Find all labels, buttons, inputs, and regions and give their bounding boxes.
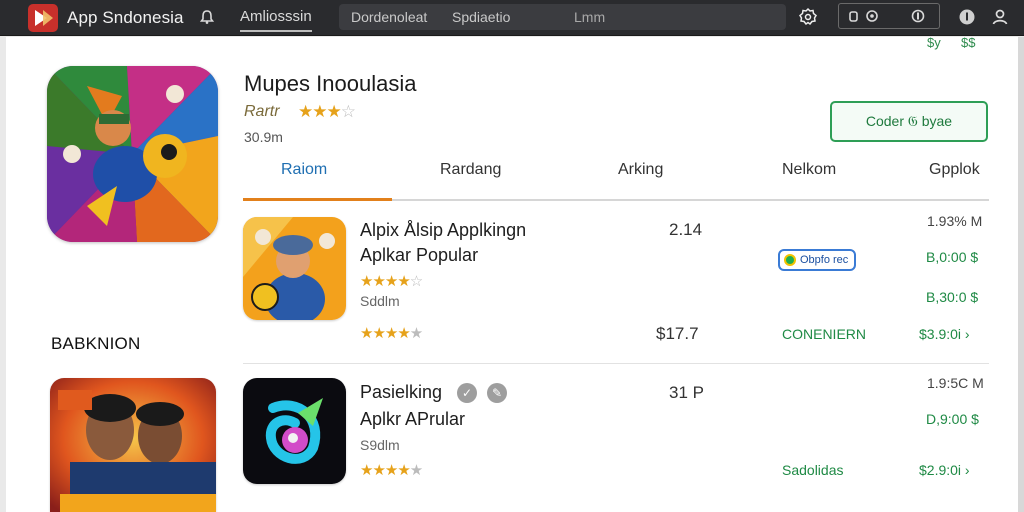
count-row-1: 2.14 — [669, 220, 703, 239]
app-icon-row-1[interactable] — [243, 217, 346, 320]
featured-app-icon[interactable] — [47, 66, 218, 242]
app-icon-row-2[interactable] — [243, 378, 346, 484]
chip-label: Obpfo rec — [800, 254, 849, 266]
tab-gpplok[interactable]: Gpplok — [929, 161, 980, 179]
stars-filled: ★★★★ — [360, 273, 411, 290]
stars-empty: ☆ — [340, 102, 356, 121]
minimize-icon[interactable] — [847, 9, 861, 23]
status-row-2: Sadolidas — [782, 462, 844, 478]
app-subtitle-row-1: Aplkar Popular — [360, 245, 479, 265]
poster-thumbnail[interactable] — [50, 378, 216, 512]
price-green-row-1b: B,30:0 $ — [926, 289, 979, 305]
stars-empty: ☆ — [409, 273, 423, 290]
help-icon[interactable] — [958, 8, 976, 26]
featured-app-size: 30.9m — [244, 129, 283, 145]
developer-row-2: S9dlm — [360, 437, 400, 453]
stars-empty: ★ — [409, 462, 423, 479]
corner-mark-left: $y — [927, 35, 941, 50]
tab-nelkom[interactable]: Nelkom — [782, 161, 836, 179]
developer-row-1: Sddlm — [360, 293, 400, 309]
count-row-2: 31 P — [669, 383, 704, 402]
bell-icon[interactable] — [199, 9, 215, 25]
window-controls — [838, 3, 940, 29]
stars-filled: ★★★★ — [360, 325, 411, 342]
install-button[interactable]: Coder 𝔊 byae — [830, 101, 988, 142]
featured-rating-label: Rartr — [244, 103, 280, 120]
settings-icon[interactable] — [798, 7, 818, 27]
app-name-row-1[interactable]: Alpix Ålsip Applkingn — [360, 220, 526, 241]
stars-empty: ★ — [409, 325, 423, 342]
tab-rardang[interactable]: Rardang — [440, 161, 501, 179]
top-bar: App Sndonesia Amliosssin Dordenoleat Spd… — [0, 0, 1024, 36]
stars-filled: ★★★★ — [360, 462, 411, 479]
rating-stars-row-1: ★★★★☆ — [360, 272, 423, 290]
active-tab-indicator — [243, 198, 392, 201]
edit-icon[interactable]: ✎ — [487, 383, 507, 403]
app-title[interactable]: App Sndonesia — [67, 8, 184, 28]
chip-row-1[interactable]: Obpfo rec — [778, 249, 857, 271]
status-row-1: CONENIERN — [782, 326, 867, 342]
size-row-1: 1.93% M — [927, 213, 983, 229]
tab-raiom[interactable]: Raiom — [281, 161, 327, 179]
row-divider — [243, 363, 989, 364]
tab-fourth[interactable]: Lmm — [574, 9, 605, 25]
verified-icon: ✓ — [457, 383, 477, 403]
section-label: BABKNION — [51, 334, 141, 353]
featured-rating-stars: ★★★☆ — [298, 102, 356, 122]
price-green-row-2a: D,9:00 $ — [926, 411, 979, 427]
status-price-row-2[interactable]: $2.9:0i › — [919, 462, 970, 478]
chip-dot-icon — [784, 254, 796, 266]
rating-stars-row-1b: ★★★★★ — [360, 324, 423, 342]
status-price-row-1[interactable]: $3.9:0i › — [919, 326, 970, 342]
app-name-row-2[interactable]: Pasielking — [360, 382, 442, 403]
account-icon[interactable] — [991, 8, 1009, 26]
app-subtitle-row-2: Aplkr APrular — [360, 409, 466, 429]
scrollbar[interactable] — [1018, 37, 1024, 512]
tab-second[interactable]: Dordenoleat — [351, 9, 427, 25]
record-icon[interactable] — [865, 9, 879, 23]
tab-third[interactable]: Spdiaetio — [452, 9, 510, 25]
price-green-row-1a: B,0:00 $ — [926, 249, 979, 265]
toggle-icon[interactable] — [911, 9, 925, 23]
featured-app-title: Mupes Inooulasia — [244, 71, 417, 96]
tab-arking[interactable]: Arking — [618, 161, 663, 179]
rating-stars-row-2: ★★★★★ — [360, 461, 423, 479]
app-logo-icon[interactable] — [27, 3, 59, 33]
tab-active[interactable]: Amliosssin — [240, 8, 312, 32]
corner-mark-right: $$ — [961, 35, 976, 50]
stars-filled: ★★★ — [298, 102, 342, 121]
size-row-2: 1.9:5C M — [927, 375, 984, 391]
price-row-1: $17.7 — [656, 324, 699, 343]
